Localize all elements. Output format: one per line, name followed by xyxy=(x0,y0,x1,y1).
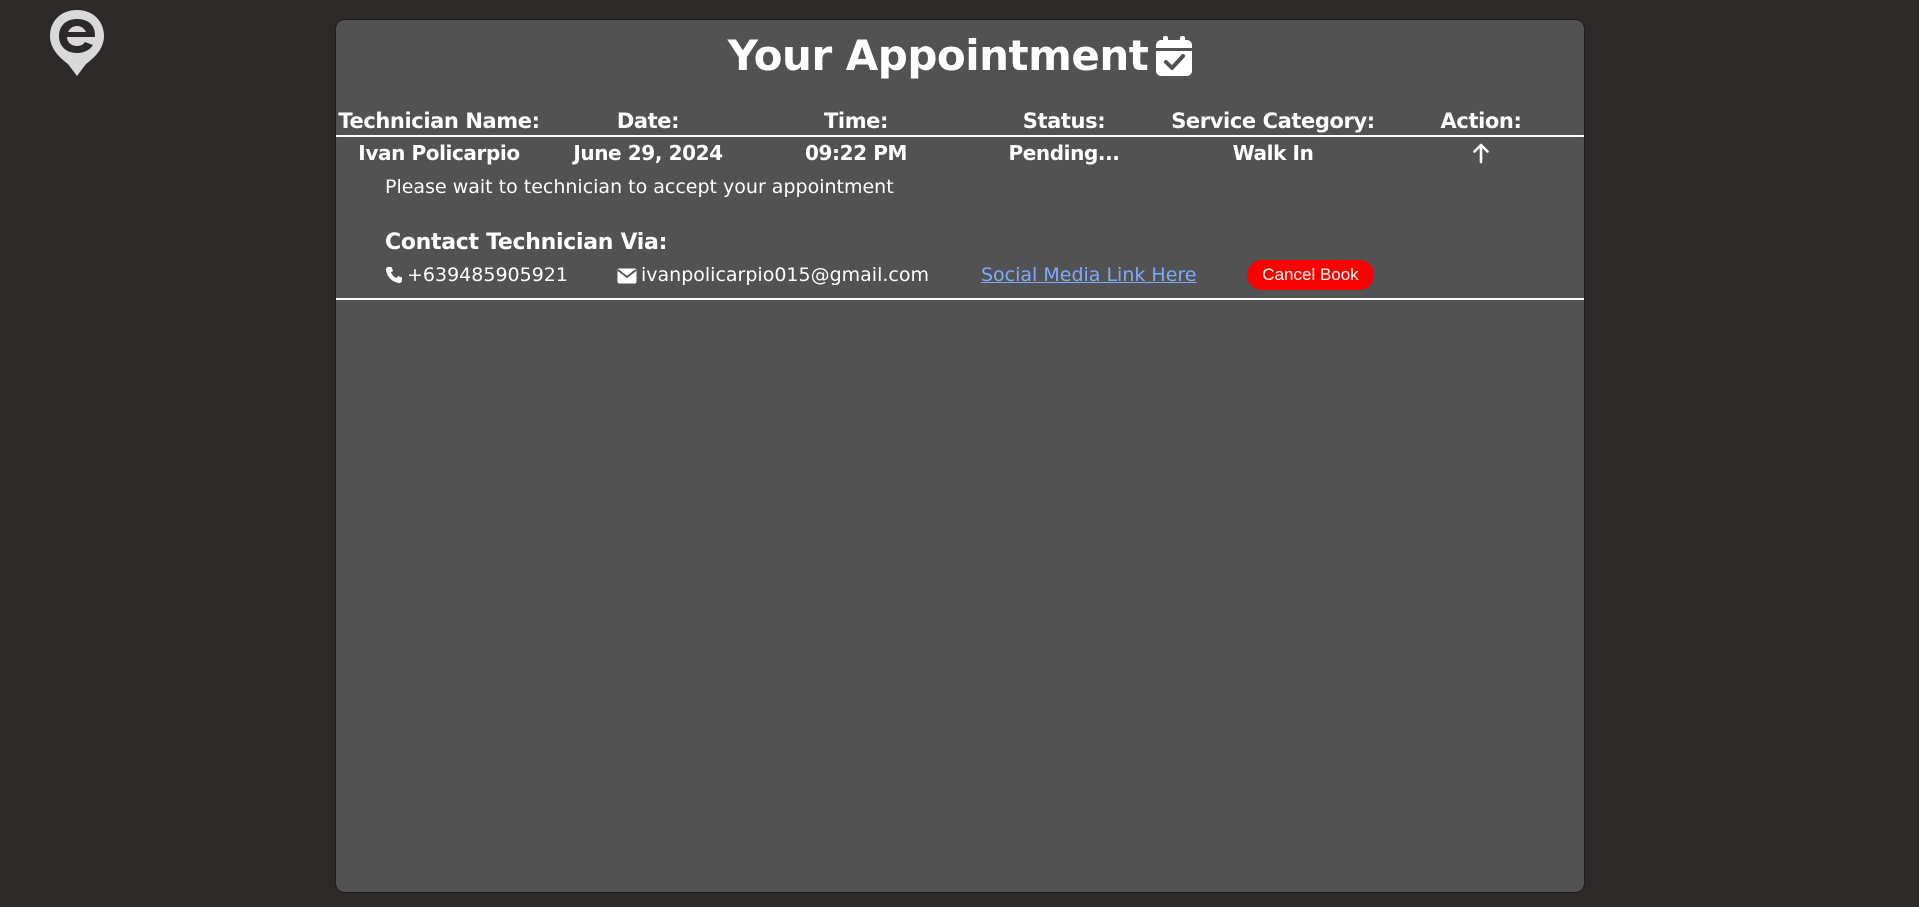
phone-number: +639485905921 xyxy=(407,264,568,286)
phone-icon xyxy=(386,267,402,283)
calendar-check-icon xyxy=(1156,32,1193,92)
cancel-book-button[interactable]: Cancel Book xyxy=(1247,260,1374,290)
cell-date: June 29, 2024 xyxy=(573,141,723,165)
contact-email: ivanpolicarpio015@gmail.com xyxy=(617,260,929,290)
wait-message: Please wait to technician to accept your… xyxy=(385,176,894,198)
e-location-pin-logo-icon xyxy=(50,10,104,76)
arrow-up-icon[interactable] xyxy=(1473,142,1489,168)
cell-status: Pending... xyxy=(1008,141,1120,165)
page-title: Your Appointment xyxy=(336,26,1584,92)
envelope-icon xyxy=(617,268,637,284)
contact-title: Contact Technician Via: xyxy=(385,230,668,255)
header-divider xyxy=(336,135,1584,137)
header-time: Time: xyxy=(823,109,889,133)
contact-phone: +639485905921 xyxy=(385,260,568,290)
header-status: Status: xyxy=(1022,109,1106,133)
contact-social: Social Media Link Here xyxy=(981,260,1197,290)
header-date: Date: xyxy=(616,109,680,133)
social-media-link[interactable]: Social Media Link Here xyxy=(981,264,1197,286)
app-logo[interactable] xyxy=(48,8,106,78)
email-address: ivanpolicarpio015@gmail.com xyxy=(641,264,929,286)
page-title-text: Your Appointment xyxy=(727,31,1149,80)
row-divider xyxy=(336,298,1584,300)
table-header-row: Technician Name: Date: Time: Status: Ser… xyxy=(336,106,1584,136)
table-row: Ivan Policarpio June 29, 2024 09:22 PM P… xyxy=(336,138,1584,168)
header-service-category: Service Category: xyxy=(1171,109,1375,133)
appointment-panel: Your Appointment Technician Name: Date: … xyxy=(335,19,1585,893)
cell-technician: Ivan Policarpio xyxy=(358,141,520,165)
cell-time: 09:22 PM xyxy=(805,141,907,165)
cell-service-category: Walk In xyxy=(1232,141,1314,165)
header-action: Action: xyxy=(1440,109,1522,133)
header-technician: Technician Name: xyxy=(338,109,540,133)
